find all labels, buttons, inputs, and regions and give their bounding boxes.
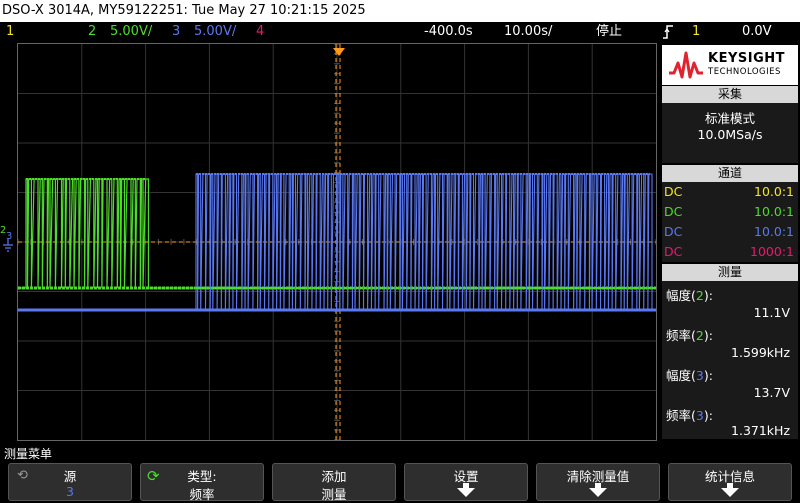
- ch4-indicator[interactable]: 4: [256, 22, 264, 42]
- ch2-scale: 5.00V/: [110, 24, 153, 39]
- waveform-display[interactable]: [17, 43, 657, 441]
- source-label: 源: [63, 469, 77, 484]
- source-softkey[interactable]: ⟲ 源 3: [8, 463, 132, 501]
- measurement-value: 11.1V: [753, 305, 790, 320]
- channels-section[interactable]: DC 10.0:1 DC 10.0:1 DC 10.0:1 DC 1000:1: [662, 182, 798, 262]
- measure-header: 测量: [662, 264, 798, 281]
- side-panel: KEYSIGHT TECHNOLOGIES 采集 标准模式 10.0MSa/s …: [660, 43, 800, 441]
- ch2-coupling: DC: [664, 204, 683, 219]
- ground-icon: [2, 238, 14, 257]
- ch4-probe-ratio: 1000:1: [750, 244, 794, 259]
- down-arrow-icon: [589, 483, 607, 497]
- measurement-label: 幅度(3):: [666, 368, 713, 383]
- ch1-indicator[interactable]: 1: [6, 22, 14, 42]
- ch3-scale: 5.00V/: [194, 24, 237, 39]
- type-softkey[interactable]: ⟳ 类型: 频率: [140, 463, 264, 502]
- settings-softkey[interactable]: 设置: [404, 463, 528, 501]
- down-arrow-icon: [721, 483, 739, 497]
- measurement-value: 1.371kHz: [731, 423, 790, 438]
- source-value: 3: [66, 484, 74, 499]
- add-label-2: 测量: [321, 487, 347, 502]
- acquisition-mode: 标准模式: [704, 111, 755, 126]
- down-arrow-icon: [457, 483, 475, 497]
- run-state: 停止: [596, 24, 623, 39]
- trigger-position-icon[interactable]: [333, 42, 345, 61]
- menu-title: 测量菜单: [4, 447, 53, 461]
- add-measurement-softkey[interactable]: 添加 测量: [272, 463, 396, 502]
- waveform-svg: [18, 44, 656, 440]
- ch3-indicator[interactable]: 3: [172, 22, 180, 42]
- measurement-label: 频率(3):: [666, 408, 713, 423]
- time-delay: -400.0s: [424, 24, 473, 39]
- logo-brand: KEYSIGHT: [708, 51, 785, 66]
- status-bar: 1 2 5.00V/ 3 5.00V/ 4 -400.0s 10.00s/ 停止…: [0, 22, 800, 42]
- measurements-section[interactable]: 幅度(2): 11.1V 频率(2): 1.599kHz 幅度(3): 13.7…: [662, 281, 798, 439]
- channels-header: 通道: [662, 165, 798, 182]
- measurement-label: 频率(2):: [666, 328, 713, 343]
- trigger-level: 0.0V: [742, 24, 772, 39]
- type-value: 频率: [189, 487, 215, 502]
- ch1-coupling: DC: [664, 184, 683, 199]
- sample-rate: 10.0MSa/s: [697, 127, 763, 142]
- acquisition-section[interactable]: 标准模式 10.0MSa/s: [662, 103, 798, 163]
- timebase-scale: 10.00s/: [504, 24, 553, 39]
- ch1-probe-ratio: 10.0:1: [754, 184, 794, 199]
- keysight-wave-icon: [669, 51, 703, 79]
- statistics-softkey[interactable]: 统计信息: [668, 463, 792, 501]
- window-title: DSO-X 3014A, MY59122251: Tue May 27 10:2…: [0, 0, 800, 22]
- measurement-value: 1.599kHz: [731, 345, 790, 360]
- ch2-indicator[interactable]: 2: [88, 22, 96, 42]
- type-label: 类型:: [187, 469, 217, 484]
- measurement-label: 幅度(2):: [666, 288, 713, 303]
- acquisition-header: 采集: [662, 86, 798, 103]
- logo-subtitle: TECHNOLOGIES: [708, 67, 781, 77]
- add-label: 添加: [321, 469, 347, 484]
- measurement-value: 13.7V: [753, 385, 790, 400]
- ch2-probe-ratio: 10.0:1: [754, 204, 794, 219]
- keysight-logo: KEYSIGHT TECHNOLOGIES: [662, 45, 798, 85]
- trigger-source: 1: [692, 24, 701, 39]
- ch4-coupling: DC: [664, 244, 683, 259]
- clear-measurements-softkey[interactable]: 清除测量值: [536, 463, 660, 501]
- ch3-coupling: DC: [664, 224, 683, 239]
- ch3-probe-ratio: 10.0:1: [754, 224, 794, 239]
